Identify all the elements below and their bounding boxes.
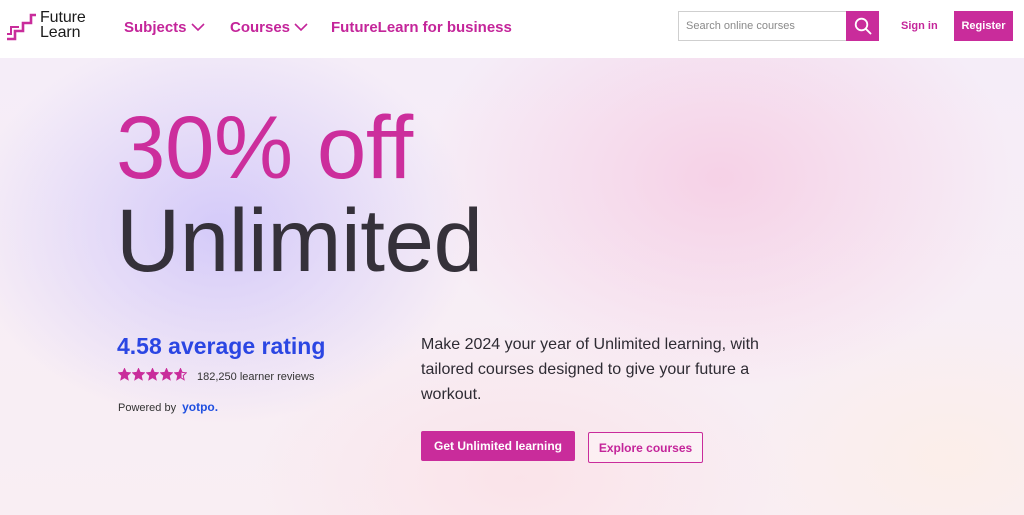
headline-product: Unlimited <box>116 190 483 290</box>
star-icon <box>160 368 173 381</box>
average-rating: 4.58 average rating <box>117 333 326 359</box>
powered-by: Powered by yotpo. <box>118 400 218 414</box>
chevron-down-icon <box>294 19 308 36</box>
search-input[interactable] <box>678 11 846 41</box>
hero-banner: 30% off Unlimited 4.58 average rating 18… <box>0 58 1024 515</box>
futurelearn-logo[interactable]: Future Learn <box>6 10 94 44</box>
nav-courses[interactable]: Courses <box>230 17 308 37</box>
review-count: 182,250 learner reviews <box>197 371 315 383</box>
site-header: Future Learn Subjects Courses FutureLear… <box>0 0 1024 58</box>
hero-description: Make 2024 your year of Unlimited learnin… <box>421 336 759 403</box>
nav-subjects[interactable]: Subjects <box>124 17 205 37</box>
get-unlimited-button[interactable]: Get Unlimited learning <box>421 431 575 461</box>
star-icon <box>174 368 187 381</box>
register-button[interactable]: Register <box>954 11 1013 41</box>
headline-discount: 30% off <box>116 97 413 197</box>
star-icon <box>146 368 159 381</box>
sign-in-link[interactable]: Sign in <box>901 20 938 32</box>
logo-steps-icon <box>7 13 36 41</box>
star-icon <box>132 368 145 381</box>
yotpo-logo[interactable]: yotpo. <box>182 400 218 414</box>
powered-by-label: Powered by <box>118 402 177 414</box>
rating-stars <box>118 368 187 381</box>
explore-courses-button[interactable]: Explore courses <box>588 432 703 463</box>
search-button[interactable] <box>846 11 879 41</box>
chevron-down-icon <box>190 19 205 36</box>
nav-futurelearn-for-business[interactable]: FutureLearn for business <box>331 17 512 37</box>
search-icon <box>854 17 871 35</box>
star-icon <box>118 368 131 381</box>
logo-wordmark: Future Learn <box>40 9 86 41</box>
